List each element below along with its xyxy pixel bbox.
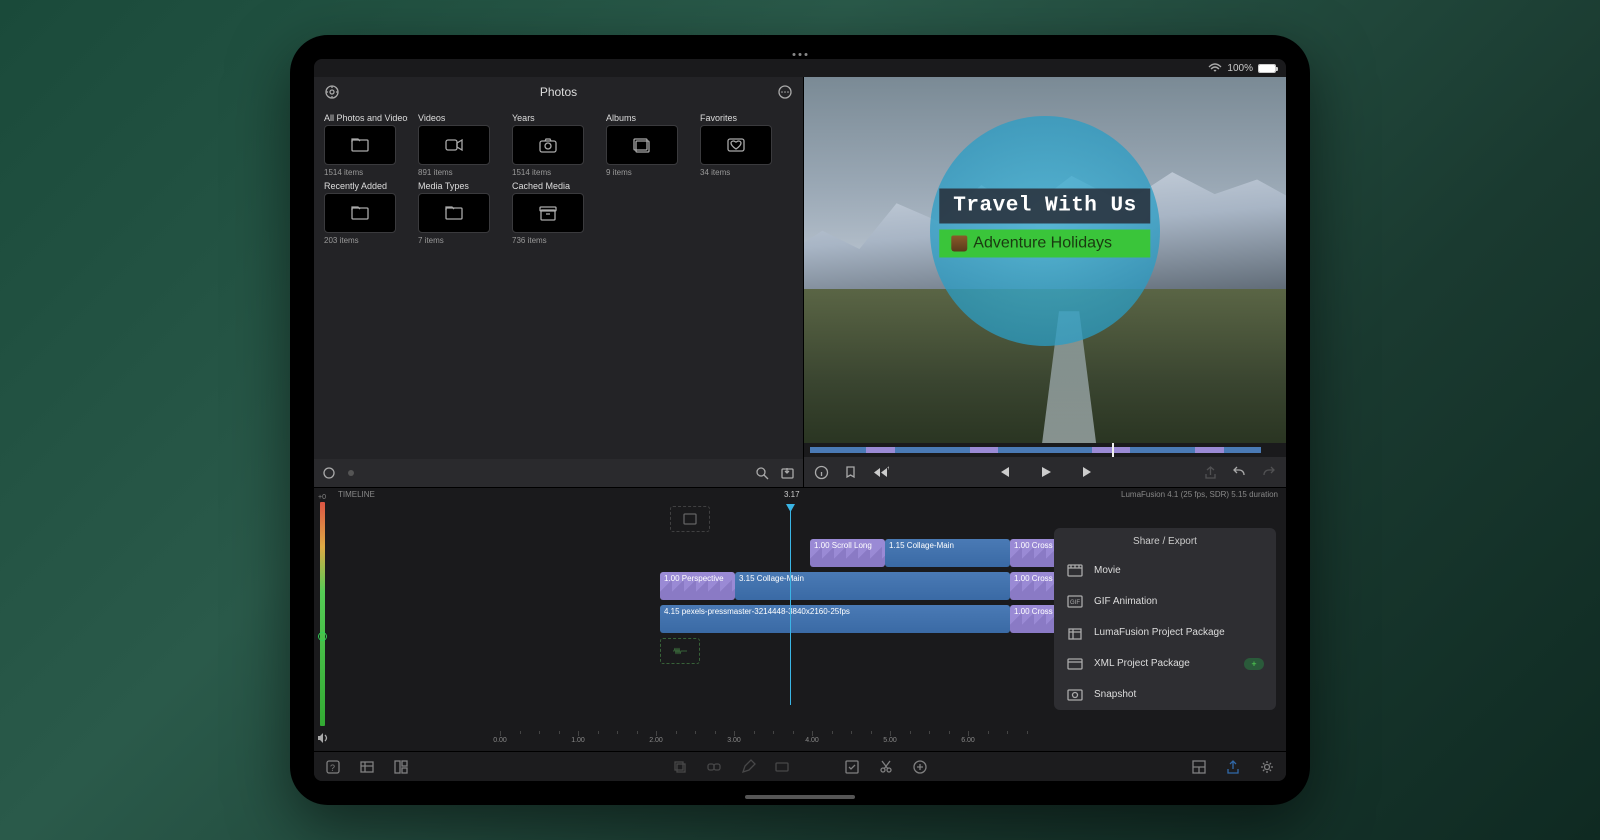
export-title: Share / Export [1054,528,1276,555]
app-screen: 100% Photos All Photos and Videos1514 it… [314,59,1286,781]
wifi-icon [1208,63,1222,73]
svg-text:?: ? [330,763,335,773]
tool-select-icon[interactable] [843,758,861,776]
clip[interactable]: 1.00 Scroll Long [810,539,885,567]
media-item[interactable]: Years1514 items [512,113,596,177]
export-icon[interactable] [1224,758,1242,776]
import-icon[interactable] [780,466,795,481]
svg-text:GIF: GIF [1070,600,1080,606]
tool-cut-icon[interactable] [877,758,895,776]
clip[interactable]: 1.15 Collage-Main [885,539,1010,567]
undo-icon[interactable] [1232,465,1247,480]
link-icon[interactable] [322,466,336,480]
rewind-icon[interactable]: + [872,465,889,480]
marker-icon[interactable] [843,465,858,480]
media-bottombar [314,459,803,487]
info-icon[interactable] [814,465,829,480]
export-item[interactable]: GIFGIF Animation [1054,586,1276,617]
media-item[interactable]: Albums9 items [606,113,690,177]
media-header: Photos [314,77,803,107]
export-item[interactable]: LumaFusion Project Package [1054,617,1276,648]
speaker-icon[interactable] [316,731,330,745]
export-item[interactable]: Snapshot [1054,679,1276,710]
time-ruler[interactable]: 0.001.002.003.004.005.006.00 [490,731,1286,751]
media-item[interactable]: Favorites34 items [700,113,784,177]
layout-icon[interactable] [392,758,410,776]
drop-zone[interactable] [670,506,710,532]
preview-controls: + [804,457,1286,487]
clip[interactable]: 4.15 pexels-pressmaster-3214448-3840x216… [660,605,1010,633]
tool-copy-icon[interactable] [671,758,689,776]
media-panel: Photos All Photos and Videos1514 itemsVi… [314,77,804,487]
media-item[interactable]: All Photos and Videos1514 items [324,113,408,177]
source-icon[interactable] [324,84,340,100]
clip[interactable]: 1.00 Perspective [660,572,735,600]
clip[interactable]: 3.15 Collage-Main [735,572,1010,600]
playhead[interactable] [790,506,791,705]
preview-video[interactable]: Travel With Us Adventure Holidays [804,77,1286,443]
tool-edit-icon[interactable] [739,758,757,776]
media-item[interactable]: Media Types7 items [418,181,502,245]
dot-icon[interactable] [346,468,356,478]
project-info: LumaFusion 4.1 (25 fps, SDR) 5.15 durati… [1121,490,1278,504]
boot-icon [951,236,967,252]
more-icon[interactable] [777,84,793,100]
audio-meter: +0 [314,488,330,751]
settings-icon[interactable] [1258,758,1276,776]
help-icon[interactable]: ? [324,758,342,776]
overlay-line1: Travel With Us [939,189,1150,224]
export-item[interactable]: XML Project Package+ [1054,648,1276,679]
tool-add-icon[interactable] [911,758,929,776]
tablet-frame: 100% Photos All Photos and Videos1514 it… [290,35,1310,805]
battery-icon [1258,64,1276,73]
tool-link-icon[interactable] [705,758,723,776]
audio-drop-zone[interactable] [660,638,700,664]
overlay-line2: Adventure Holidays [939,230,1150,258]
media-item[interactable]: Cached Media736 items [512,181,596,245]
next-icon[interactable] [1081,465,1095,479]
timeline: TIMELINE 3.17 LumaFusion 4.1 (25 fps, SD… [330,488,1286,751]
media-title: Photos [340,85,777,99]
layout-view-icon[interactable] [1190,758,1208,776]
bezel: 100% Photos All Photos and Videos1514 it… [300,45,1300,795]
preview-panel: Travel With Us Adventure Holidays [804,77,1286,487]
search-icon[interactable] [755,466,770,481]
playhead-time: 3.17 [784,490,800,499]
prev-icon[interactable] [997,465,1011,479]
media-item[interactable]: Recently Added203 items [324,181,408,245]
media-grid: All Photos and Videos1514 itemsVideos891… [314,107,803,251]
timeline-label: TIMELINE [338,490,375,504]
preview-scrubber[interactable] [804,443,1286,457]
redo-icon[interactable] [1261,465,1276,480]
status-bar: 100% [314,59,1286,77]
title-overlay: Travel With Us Adventure Holidays [939,189,1150,258]
bottom-toolbar: ? [314,751,1286,781]
battery-pct: 100% [1227,63,1253,74]
export-item[interactable]: Movie [1054,555,1276,586]
export-panel: Share / Export MovieGIFGIF AnimationLuma… [1054,528,1276,710]
media-item[interactable]: Videos891 items [418,113,502,177]
tool-preset-icon[interactable] [773,758,791,776]
play-icon[interactable] [1039,465,1053,479]
projects-icon[interactable] [358,758,376,776]
share-icon[interactable] [1203,465,1218,480]
